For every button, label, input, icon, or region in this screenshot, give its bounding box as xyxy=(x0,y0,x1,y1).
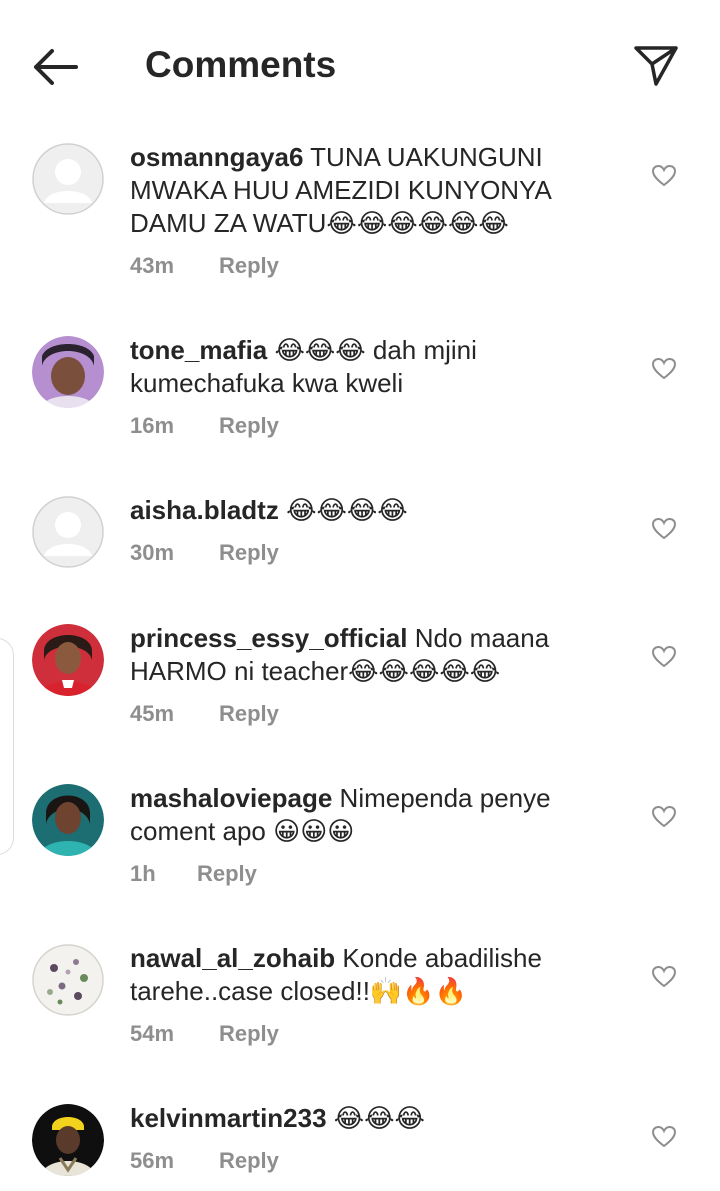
comment-body: aisha.bladtz 😂😂😂😂 xyxy=(130,494,610,527)
comment-time: 56m xyxy=(130,1148,175,1173)
reply-button[interactable]: Reply xyxy=(219,1021,279,1047)
reply-button[interactable]: Reply xyxy=(219,701,279,727)
comment-username[interactable]: mashaloviepage xyxy=(130,783,332,813)
avatar[interactable] xyxy=(32,944,104,1016)
comment-time: 30m xyxy=(130,540,175,565)
comment-meta: 54m Reply xyxy=(130,1021,279,1047)
comment-body: tone_mafia 😂😂😂 dah mjini kumechafuka kwa… xyxy=(130,334,610,400)
comment-time: 54m xyxy=(130,1021,175,1046)
comment-username[interactable]: tone_mafia xyxy=(130,335,267,365)
comment-meta: 45m Reply xyxy=(130,701,279,727)
heart-icon[interactable] xyxy=(651,164,677,188)
comment-body: princess_essy_official Ndo maana HARMO n… xyxy=(130,622,610,688)
heart-icon[interactable] xyxy=(651,805,677,829)
comment-time: 45m xyxy=(130,701,175,726)
comment-time: 16m xyxy=(130,413,175,438)
reply-button[interactable]: Reply xyxy=(219,413,279,439)
comment-text: 😂😂😂😂 xyxy=(286,495,408,525)
comment-meta: 1h Reply xyxy=(130,861,257,887)
page-title: Comments xyxy=(145,44,337,85)
avatar[interactable] xyxy=(32,496,104,568)
comment-time: 1h xyxy=(130,861,156,886)
edge-panel-handle[interactable] xyxy=(0,638,14,855)
heart-icon[interactable] xyxy=(651,517,677,541)
reply-button[interactable]: Reply xyxy=(219,540,279,566)
heart-icon[interactable] xyxy=(651,357,677,381)
reply-button[interactable]: Reply xyxy=(219,253,279,279)
avatar[interactable] xyxy=(32,624,104,696)
comment-body: mashaloviepage Nimependa penye coment ap… xyxy=(130,782,610,848)
heart-icon[interactable] xyxy=(651,645,677,669)
avatar[interactable] xyxy=(32,784,104,856)
comment-meta: 43m Reply xyxy=(130,253,279,279)
comment-body: osmanngaya6 TUNA UAKUNGUNI MWAKA HUU AME… xyxy=(130,141,610,240)
comment-time: 43m xyxy=(130,253,175,278)
avatar[interactable] xyxy=(32,143,104,215)
comment-username[interactable]: osmanngaya6 xyxy=(130,142,303,172)
heart-icon[interactable] xyxy=(651,965,677,989)
reply-button[interactable]: Reply xyxy=(197,861,257,887)
back-arrow-icon[interactable] xyxy=(30,47,82,87)
comment-username[interactable]: princess_essy_official xyxy=(130,623,408,653)
avatar[interactable] xyxy=(32,1104,104,1176)
comment-body: kelvinmartin233 😂😂😂 xyxy=(130,1102,610,1135)
comment-username[interactable]: aisha.bladtz xyxy=(130,495,279,525)
comment-username[interactable]: kelvinmartin233 xyxy=(130,1103,327,1133)
avatar[interactable] xyxy=(32,336,104,408)
comment-meta: 56m Reply xyxy=(130,1148,279,1174)
reply-button[interactable]: Reply xyxy=(219,1148,279,1174)
comment-body: nawal_al_zohaib Konde abadilishe tarehe.… xyxy=(130,942,610,1008)
comment-username[interactable]: nawal_al_zohaib xyxy=(130,943,335,973)
comment-meta: 30m Reply xyxy=(130,540,279,566)
comment-text: 😂😂😂 xyxy=(333,1103,425,1133)
heart-icon[interactable] xyxy=(651,1125,677,1149)
header: Comments xyxy=(0,0,720,130)
comment-meta: 16m Reply xyxy=(130,413,279,439)
send-icon[interactable] xyxy=(632,42,680,90)
